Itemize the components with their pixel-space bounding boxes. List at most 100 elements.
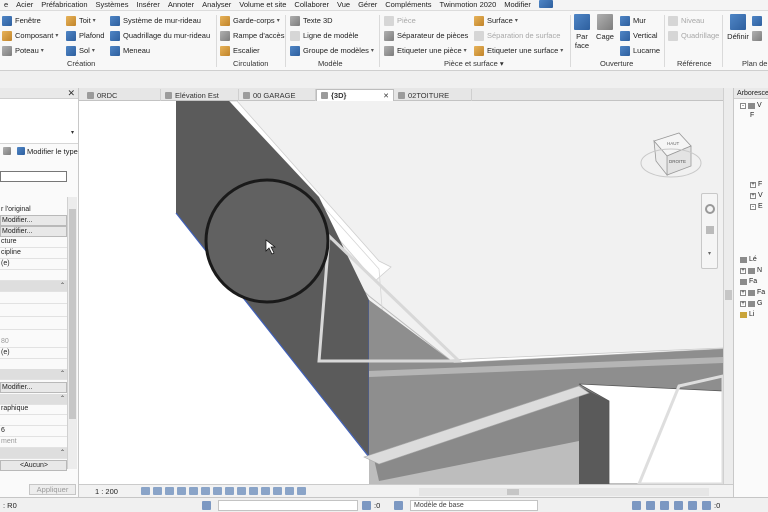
tab-elevation-est[interactable]: Elévation Est [161, 89, 239, 101]
shadows-icon[interactable] [177, 487, 186, 495]
menu-item[interactable]: Volume et site [235, 0, 290, 10]
tab-02toiture[interactable]: 02TOITURE [394, 89, 472, 101]
expand-icon[interactable]: + [750, 192, 756, 199]
expand-icon[interactable]: + [740, 300, 746, 307]
component-button[interactable]: Composant ▾ [2, 29, 58, 42]
curtain-grid-button[interactable]: Quadrillage du mur-rideau [110, 29, 210, 42]
collapse-icon[interactable]: ⌃ [60, 448, 65, 458]
browser-item[interactable]: -V [740, 102, 762, 109]
collapse-icon[interactable]: - [740, 102, 746, 109]
property-edit-button[interactable]: Modifier... [0, 382, 67, 393]
scrollbar-thumb[interactable] [725, 290, 732, 300]
collapse-icon[interactable]: ⌃ [60, 369, 65, 379]
menu-item[interactable]: Modifier [500, 0, 535, 10]
menu-item[interactable]: Acier [12, 0, 37, 10]
type-selector[interactable]: ▾ [0, 99, 78, 144]
roof-button[interactable]: Toit ▾ [66, 14, 104, 27]
browser-item[interactable]: Lé [740, 256, 757, 263]
collapse-icon[interactable]: ⌃ [60, 281, 65, 291]
properties-scrollbar[interactable] [67, 197, 77, 469]
property-input[interactable] [0, 171, 67, 182]
expand-icon[interactable]: + [750, 181, 756, 188]
select-links-icon[interactable] [646, 501, 655, 510]
menu-item[interactable]: Vue [333, 0, 354, 10]
railing-button[interactable]: Garde-corps ▾ [220, 14, 284, 27]
ramp-button[interactable]: Rampe d'accès [220, 29, 284, 42]
navigation-bar[interactable]: ▾ [701, 193, 718, 269]
workset-field[interactable] [218, 500, 358, 511]
area-boundary-button[interactable]: Séparation de surface [474, 29, 563, 42]
grid-button[interactable]: Quadrillage [668, 29, 719, 42]
tab-00-garage[interactable]: 00 GARAGE [239, 89, 316, 101]
sync-icon[interactable] [362, 501, 371, 510]
3d-viewport[interactable]: HAUT DROITE ▾ [79, 101, 723, 484]
tab-0rdc[interactable]: 0RDC [83, 89, 161, 101]
property-edit-button[interactable]: Modifier... [0, 226, 67, 237]
view-scale[interactable]: 1 : 200 [95, 487, 118, 496]
wall-opening-button[interactable]: Mur [620, 14, 660, 27]
toggle-icon[interactable] [535, 0, 557, 10]
menu-item[interactable]: Analyser [198, 0, 235, 10]
selection-filter-icon[interactable] [632, 501, 641, 510]
phase-filter-button[interactable]: <Aucun> [0, 460, 67, 471]
window-button[interactable]: Fenêtre [2, 14, 58, 27]
room-button[interactable]: Pièce [384, 14, 468, 27]
shaft-button[interactable]: Cage [595, 14, 615, 41]
set-workplane-button[interactable]: Définir [726, 14, 750, 41]
temporary-hide-icon[interactable] [237, 487, 246, 495]
mullion-button[interactable]: Meneau [110, 44, 210, 57]
room-separator-button[interactable]: Séparateur de pièces [384, 29, 468, 42]
browser-item[interactable]: + N [740, 267, 762, 274]
expand-icon[interactable]: + [740, 267, 746, 274]
menu-item[interactable]: Compléments [381, 0, 435, 10]
model-line-button[interactable]: Ligne de modèle [290, 29, 374, 42]
chevron-down-icon[interactable]: ▾ [708, 250, 711, 257]
menu-item[interactable]: Collaborer [290, 0, 333, 10]
property-section[interactable]: ⌃ [0, 281, 67, 292]
vertical-opening-button[interactable]: Vertical [620, 29, 660, 42]
floor-button[interactable]: Sol ▾ [66, 44, 104, 57]
design-options-icon[interactable] [394, 501, 403, 510]
model-text-button[interactable]: Texte 3D [290, 14, 374, 27]
highlight-displacement-icon[interactable] [285, 487, 294, 495]
zoom-icon[interactable] [706, 226, 714, 234]
worksharing-icon[interactable] [261, 487, 270, 495]
model-group-button[interactable]: Groupe de modèles ▾ [290, 44, 374, 57]
browser-item[interactable]: + Fa [740, 289, 765, 296]
browser-item[interactable]: + F [750, 181, 762, 188]
viewport-horizontal-scrollbar[interactable] [419, 488, 709, 496]
area-button[interactable]: Surface ▾ [474, 14, 563, 27]
menu-item[interactable]: Gérer [354, 0, 381, 10]
tag-room-button[interactable]: Etiqueter une pièce ▾ [384, 44, 468, 57]
menu-item[interactable]: e [0, 0, 12, 10]
collapse-icon[interactable]: - [750, 203, 756, 210]
dormer-button[interactable]: Lucarne [620, 44, 660, 57]
show-crop-icon[interactable] [213, 487, 222, 495]
menu-item[interactable]: Annoter [164, 0, 198, 10]
scrollbar-thumb[interactable] [507, 489, 519, 495]
select-faces-icon[interactable] [674, 501, 683, 510]
edit-type-button[interactable]: Modifier le type [0, 144, 79, 158]
menu-item[interactable]: Systèmes [92, 0, 133, 10]
property-edit-button[interactable]: Modifier... [0, 215, 67, 226]
by-face-button[interactable]: Par face [574, 14, 590, 50]
render-icon[interactable] [189, 487, 198, 495]
3d-model-render[interactable]: HAUT DROITE [79, 101, 723, 484]
property-section[interactable]: ⌃ [0, 394, 67, 405]
drag-elements-icon[interactable] [688, 501, 697, 510]
visual-style-icon[interactable] [153, 487, 162, 495]
show-workplane-button[interactable] [752, 14, 765, 27]
reveal-constraints-icon[interactable] [297, 487, 306, 495]
tab-3d[interactable]: {3D} ✕ [316, 89, 394, 101]
scrollbar-thumb[interactable] [69, 209, 76, 419]
ref-plane-button[interactable] [752, 29, 765, 42]
column-button[interactable]: Poteau ▾ [2, 44, 58, 57]
chevron-down-icon[interactable]: ▾ [71, 129, 74, 136]
stair-button[interactable]: Escalier [220, 44, 284, 57]
curtain-system-button[interactable]: Système de mur-rideau [110, 14, 210, 27]
browser-item[interactable]: F [750, 112, 754, 119]
reveal-hidden-icon[interactable] [249, 487, 258, 495]
browser-item[interactable]: Li [740, 311, 754, 318]
tag-area-button[interactable]: Etiqueter une surface ▾ [474, 44, 563, 57]
property-section[interactable]: ⌃ [0, 448, 67, 459]
